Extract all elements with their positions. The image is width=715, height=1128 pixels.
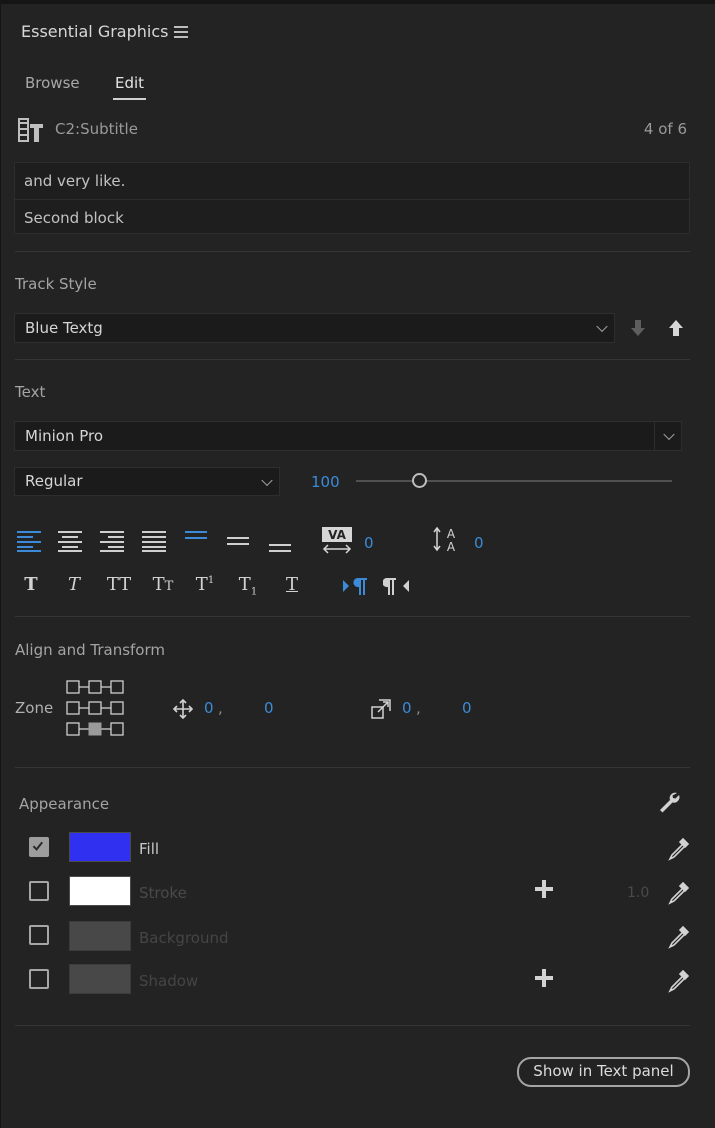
left-to-right-icon[interactable] — [341, 575, 369, 597]
position-x-value[interactable]: 0 — [204, 699, 214, 717]
justify-icon[interactable] — [140, 529, 168, 553]
align-right-icon[interactable] — [98, 529, 126, 553]
chevron-down-icon — [596, 320, 608, 333]
stroke-color-swatch[interactable] — [69, 876, 131, 906]
chevron-down-icon — [663, 428, 675, 441]
stroke-width-value[interactable]: 1.0 — [627, 885, 649, 901]
scale-icon — [371, 699, 391, 719]
divider — [15, 1025, 690, 1026]
font-size-slider-thumb[interactable] — [411, 473, 427, 488]
align-middle-icon[interactable] — [225, 528, 251, 552]
eyedropper-icon[interactable] — [667, 924, 691, 950]
align-center-icon[interactable] — [56, 529, 84, 553]
panel-title: Essential Graphics — [21, 22, 169, 41]
hamburger-icon[interactable] — [174, 26, 188, 38]
shadow-label: Shadow — [139, 972, 199, 990]
align-transform-heading: Align and Transform — [15, 641, 165, 659]
show-in-text-panel-button[interactable]: Show in Text panel — [517, 1057, 690, 1087]
add-stroke-icon[interactable] — [535, 880, 553, 898]
clip-name: C2:Subtitle — [55, 120, 138, 138]
text-layer-item[interactable]: and very like. — [15, 163, 689, 199]
eyedropper-icon[interactable] — [667, 968, 691, 994]
position-y-value[interactable]: 0 — [264, 699, 274, 717]
align-top-icon[interactable] — [183, 528, 209, 552]
tab-browse[interactable]: Browse — [25, 74, 80, 92]
superscript-icon[interactable]: T1 — [191, 574, 219, 595]
font-dropdown[interactable]: Minion Pro — [14, 421, 682, 451]
tracking-value[interactable]: 0 — [364, 534, 374, 552]
fill-label: Fill — [139, 840, 160, 858]
svg-text:VA: VA — [328, 528, 346, 542]
scale-separator: , — [416, 699, 421, 717]
right-to-left-icon[interactable] — [383, 575, 411, 597]
subscript-icon[interactable]: T1 — [234, 574, 262, 598]
track-style-dropdown[interactable]: Blue Textg — [14, 313, 615, 343]
scale-x-value[interactable]: 0 — [402, 699, 412, 717]
appearance-heading: Appearance — [19, 795, 110, 813]
add-shadow-icon[interactable] — [535, 969, 553, 987]
scale-y-value[interactable]: 0 — [462, 699, 472, 717]
underline-icon[interactable]: T — [278, 574, 306, 595]
text-layer-list: and very like. Second block — [14, 162, 690, 234]
stroke-checkbox[interactable] — [29, 881, 49, 901]
move-icon — [172, 698, 194, 720]
background-checkbox[interactable] — [29, 925, 49, 945]
active-tab-indicator — [113, 98, 146, 100]
chevron-down-icon — [261, 474, 273, 486]
fill-color-swatch[interactable] — [69, 832, 131, 862]
align-left-icon[interactable] — [15, 529, 43, 553]
background-label: Background — [139, 929, 229, 947]
faux-italic-icon[interactable]: T — [60, 574, 88, 595]
text-layer-item[interactable]: Second block — [15, 199, 689, 235]
eyedropper-icon[interactable] — [667, 880, 691, 906]
shadow-color-swatch[interactable] — [69, 964, 131, 994]
font-name: Minion Pro — [25, 427, 104, 445]
text-heading: Text — [15, 383, 46, 401]
layer-count: 4 of 6 — [643, 120, 687, 138]
wrench-icon[interactable] — [657, 790, 681, 814]
tab-edit[interactable]: Edit — [115, 74, 144, 92]
shadow-checkbox[interactable] — [29, 969, 49, 989]
faux-bold-icon[interactable]: T — [17, 574, 45, 595]
svg-text:A: A — [447, 540, 456, 554]
tracking-icon: VA — [322, 527, 352, 554]
track-style-heading: Track Style — [15, 275, 97, 293]
zone-label: Zone — [15, 699, 54, 717]
essential-graphics-panel: Essential Graphics Browse Edit C2:Subtit… — [0, 0, 715, 1128]
all-caps-icon[interactable]: TT — [104, 574, 134, 595]
arrow-down-icon[interactable] — [628, 318, 648, 338]
zone-grid-icon[interactable] — [66, 680, 124, 738]
svg-text:A: A — [447, 527, 456, 541]
arrow-up-icon[interactable] — [666, 318, 686, 338]
divider — [15, 359, 690, 360]
background-color-swatch[interactable] — [69, 921, 131, 951]
small-caps-icon[interactable]: TT — [148, 574, 178, 595]
divider — [15, 767, 690, 768]
fill-checkbox[interactable] — [29, 837, 49, 857]
track-style-value: Blue Textg — [25, 319, 103, 337]
divider — [15, 251, 690, 252]
align-bottom-icon[interactable] — [267, 528, 293, 554]
divider — [15, 616, 690, 617]
eyedropper-icon[interactable] — [667, 836, 691, 862]
position-separator: , — [218, 699, 223, 717]
leading-icon: A A — [433, 526, 456, 554]
font-size-slider-track[interactable] — [356, 480, 672, 482]
leading-value[interactable]: 0 — [474, 534, 484, 552]
clip-text-icon — [18, 118, 43, 142]
font-style: Regular — [25, 472, 83, 490]
font-style-dropdown[interactable]: Regular — [14, 467, 280, 496]
stroke-label: Stroke — [139, 884, 187, 902]
font-size-value[interactable]: 100 — [311, 473, 340, 491]
